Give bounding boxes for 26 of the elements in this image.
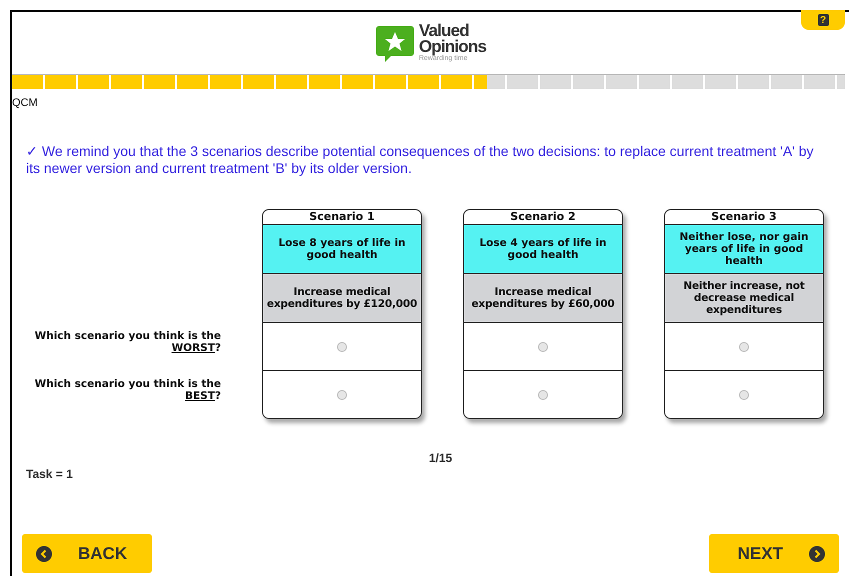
- cost-outcome-cell: Increase medical expenditures by £60,000: [464, 274, 622, 323]
- health-outcome-cell: Lose 4 years of life in good health: [464, 225, 622, 274]
- section-label: QCM: [12, 97, 39, 109]
- radio-button[interactable]: [538, 390, 548, 400]
- back-button[interactable]: BACK: [22, 534, 152, 573]
- page-counter: 1/15: [428, 451, 454, 465]
- logo-wordmark: Opinions: [418, 39, 486, 56]
- question-label: Which scenario you think is the BEST?: [34, 377, 221, 404]
- task-label: Task = 1: [26, 467, 74, 481]
- question-label: Which scenario you think is the WORST?: [34, 329, 221, 356]
- speech-bubble-star-icon: [374, 24, 415, 62]
- chevron-left-icon: [36, 546, 52, 562]
- cost-outcome-cell: Increase medical expenditures by £120,000: [263, 274, 421, 323]
- health-outcome-cell: Lose 8 years of life in good health: [263, 225, 421, 274]
- reminder-text: ✓ We remind you that the 3 scenarios describe potential consequences of the two decisions: to replace current treatment 'A' by its newer version and current treatment 'B' by its older version.: [26, 143, 815, 177]
- radio-button[interactable]: [337, 342, 347, 352]
- radio-button[interactable]: [739, 342, 749, 352]
- health-outcome-cell: Neither lose, nor gain years of life in good health: [665, 225, 823, 274]
- radio-button[interactable]: [538, 342, 548, 352]
- chevron-right-icon: [809, 546, 825, 562]
- cost-outcome-cell: Neither increase, not decrease medical expenditures: [665, 274, 823, 323]
- next-button[interactable]: NEXT: [709, 534, 839, 573]
- radio-button[interactable]: [739, 390, 749, 400]
- help-button[interactable]: ?: [801, 10, 845, 30]
- radio-button[interactable]: [337, 390, 347, 400]
- logo-wordmark: Valued: [418, 23, 469, 40]
